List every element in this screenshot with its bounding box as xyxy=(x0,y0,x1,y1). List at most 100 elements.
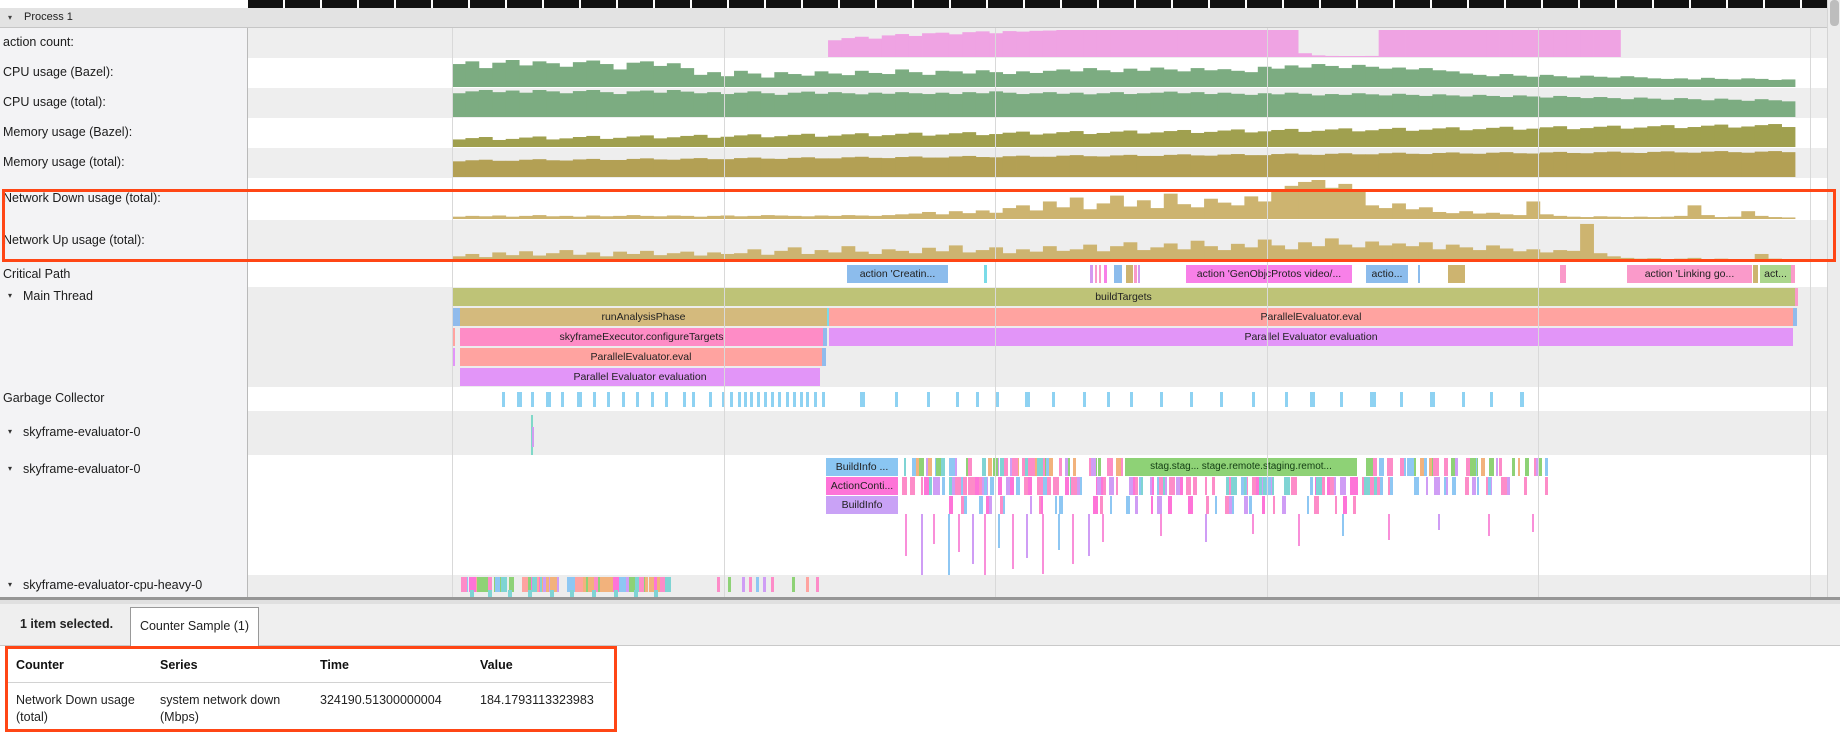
trace-slice[interactable] xyxy=(639,577,644,592)
gc-tick[interactable] xyxy=(502,392,505,407)
trace-slice[interactable] xyxy=(1408,458,1410,476)
trace-slice[interactable] xyxy=(1173,477,1175,495)
trace-slice[interactable] xyxy=(1444,458,1448,476)
trace-slice[interactable] xyxy=(912,458,916,476)
gc-tick[interactable] xyxy=(1220,392,1223,407)
gc-tick[interactable] xyxy=(1400,392,1403,407)
trace-slice[interactable] xyxy=(984,477,987,495)
trace-slice[interactable] xyxy=(1316,477,1322,495)
trace-span[interactable] xyxy=(1134,265,1137,283)
trace-slice[interactable] xyxy=(1488,477,1491,495)
trace-slice[interactable] xyxy=(1010,458,1013,476)
drip-line[interactable] xyxy=(1205,514,1207,542)
gc-tick[interactable] xyxy=(1490,392,1493,407)
gc-tick[interactable] xyxy=(683,392,686,407)
trace-slice[interactable] xyxy=(654,590,658,597)
counter-chart[interactable] xyxy=(248,118,1827,148)
cell-value[interactable]: 184.1793113323983 xyxy=(480,692,620,709)
counter-chart[interactable] xyxy=(248,58,1827,88)
trace-slice[interactable] xyxy=(792,577,795,592)
trace-slice[interactable] xyxy=(1159,477,1163,495)
gc-tick[interactable] xyxy=(546,392,551,407)
trace-slice[interactable] xyxy=(964,496,967,514)
trace-slice[interactable] xyxy=(1193,477,1197,495)
trace-slice[interactable] xyxy=(1068,458,1070,476)
trace-slice[interactable] xyxy=(1116,458,1121,476)
counter-chart[interactable] xyxy=(248,88,1827,118)
trace-slice[interactable] xyxy=(971,477,974,495)
trace-span[interactable]: act... xyxy=(1760,265,1791,283)
drip-line[interactable] xyxy=(1102,514,1104,542)
trace-slice[interactable] xyxy=(1129,477,1133,495)
gc-tick[interactable] xyxy=(800,392,803,407)
drip-line[interactable] xyxy=(972,514,974,564)
trace-slice[interactable] xyxy=(1266,477,1271,495)
track-label[interactable]: skyframe-evaluator-cpu-heavy-0 xyxy=(23,578,202,592)
gc-tick[interactable] xyxy=(757,392,760,407)
trace-slice[interactable] xyxy=(1489,458,1494,476)
tab-counter-sample[interactable]: Counter Sample (1) xyxy=(130,607,259,646)
collapse-arrow-icon[interactable]: ▾ xyxy=(8,291,12,300)
trace-span[interactable]: Parallel Evaluator evaluation xyxy=(829,328,1793,346)
trace-slice[interactable] xyxy=(1100,496,1103,514)
trace-slice[interactable] xyxy=(998,477,1002,495)
trace-slice[interactable] xyxy=(1049,458,1054,476)
gc-tick[interactable] xyxy=(738,392,741,407)
trace-slice[interactable] xyxy=(728,577,731,592)
drip-line[interactable] xyxy=(1026,514,1028,558)
gc-tick[interactable] xyxy=(1462,392,1465,407)
trace-slice[interactable] xyxy=(1426,477,1428,495)
drip-line[interactable] xyxy=(998,514,1000,548)
trace-span[interactable]: actio... xyxy=(1366,265,1408,283)
trace-slice[interactable] xyxy=(982,458,986,476)
trace-slice[interactable] xyxy=(1424,458,1427,476)
trace-slice[interactable] xyxy=(1451,458,1455,476)
trace-slice[interactable] xyxy=(1126,496,1130,514)
trace-slice[interactable] xyxy=(1420,458,1423,476)
trace-slice[interactable] xyxy=(1354,477,1358,495)
trace-slice[interactable] xyxy=(1093,496,1098,514)
trace-span[interactable] xyxy=(452,308,460,326)
trace-slice[interactable] xyxy=(1327,477,1330,495)
trace-slice[interactable] xyxy=(1249,496,1252,514)
cell-counter[interactable]: Network Down usage (total) xyxy=(16,692,146,726)
trace-slice[interactable] xyxy=(665,577,671,592)
trace-span[interactable]: skyframeExecutor.configureTargets xyxy=(460,328,823,346)
gc-tick[interactable] xyxy=(1107,392,1110,407)
trace-slice[interactable] xyxy=(1109,477,1114,495)
trace-span[interactable]: runAnalysisPhase xyxy=(460,308,827,326)
trace-slice[interactable] xyxy=(1059,458,1062,476)
gc-tick[interactable] xyxy=(814,392,817,407)
trace-slice[interactable] xyxy=(1073,477,1076,495)
gc-tick[interactable] xyxy=(1190,392,1193,407)
gc-tick[interactable] xyxy=(996,392,999,407)
trace-slice[interactable] xyxy=(1212,477,1215,495)
trace-span[interactable] xyxy=(1560,265,1566,283)
trace-slice[interactable] xyxy=(1282,496,1286,514)
trace-span[interactable]: action 'Linking go... xyxy=(1627,265,1752,283)
panel-divider[interactable] xyxy=(0,597,1840,604)
trace-slice[interactable] xyxy=(910,477,914,495)
trace-slice[interactable] xyxy=(1387,458,1393,476)
gc-tick[interactable] xyxy=(1160,392,1163,407)
gc-tick[interactable] xyxy=(607,392,610,407)
trace-slice[interactable] xyxy=(1177,477,1180,495)
trace-slice[interactable] xyxy=(955,458,957,476)
trace-slice[interactable] xyxy=(1314,496,1318,514)
trace-slice[interactable] xyxy=(1215,496,1217,514)
trace-slice[interactable] xyxy=(1157,496,1161,514)
trace-slice[interactable] xyxy=(1180,477,1183,495)
trace-slice[interactable] xyxy=(1335,496,1338,514)
cell-series[interactable]: system network down (Mbps) xyxy=(160,692,305,726)
trace-slice[interactable] xyxy=(1059,496,1063,514)
trace-slice[interactable] xyxy=(988,458,992,476)
trace-slice[interactable] xyxy=(1525,458,1529,476)
trace-span[interactable] xyxy=(1418,265,1420,283)
scrollbar-thumb[interactable] xyxy=(1830,0,1839,26)
trace-span[interactable]: stag.stag... stage.remote.staging.remot.… xyxy=(1125,458,1357,476)
trace-slice[interactable] xyxy=(904,458,906,476)
gc-tick[interactable] xyxy=(709,392,712,407)
gc-tick[interactable] xyxy=(1252,392,1255,407)
counter-chart[interactable] xyxy=(248,220,1827,262)
trace-span[interactable] xyxy=(1095,265,1097,283)
